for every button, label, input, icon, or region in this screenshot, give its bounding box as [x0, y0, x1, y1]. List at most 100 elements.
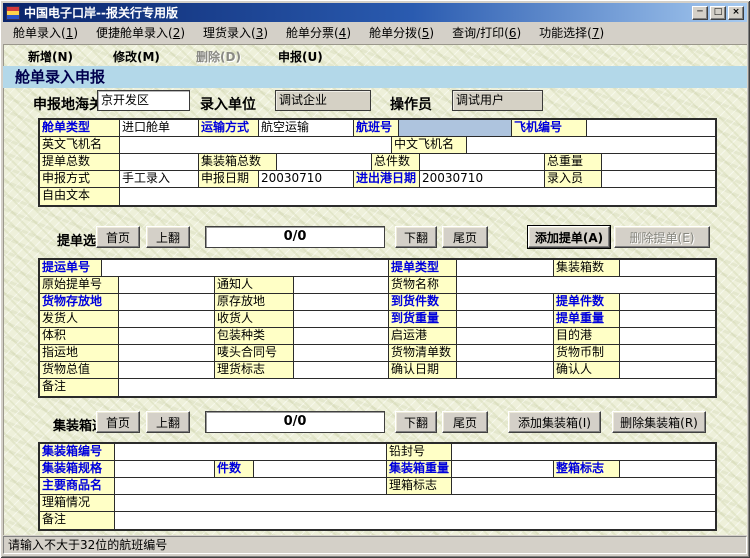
ctn-first-page-button[interactable]: 首页 — [96, 411, 140, 433]
bl-first-page-button[interactable]: 首页 — [96, 226, 140, 248]
grid-input-cell[interactable] — [620, 345, 715, 362]
grid-value-cell[interactable]: 20030710 — [259, 171, 354, 188]
grid-input-cell[interactable] — [277, 154, 372, 171]
menu-item-5[interactable]: 舱单分拨(5) — [360, 21, 443, 44]
grid-input-cell[interactable] — [115, 444, 387, 461]
grid-link-label[interactable]: 进出港日期 — [354, 171, 420, 188]
grid-input-cell[interactable] — [457, 328, 554, 345]
ctn-last-page-button[interactable]: 尾页 — [442, 411, 488, 433]
grid-input-cell[interactable] — [620, 362, 715, 379]
customs-input[interactable]: 京开发区 — [97, 90, 190, 111]
grid-value-cell[interactable]: 航空运输 — [259, 120, 354, 137]
grid-link-label[interactable]: 货物存放地 — [40, 294, 119, 311]
grid-input-cell[interactable] — [119, 294, 215, 311]
grid-input-cell[interactable] — [457, 345, 554, 362]
grid-input-cell[interactable] — [254, 461, 387, 478]
grid-input-cell[interactable] — [602, 171, 715, 188]
focused-input-cell[interactable] — [399, 120, 512, 137]
grid-link-label[interactable]: 集装箱编号 — [40, 444, 115, 461]
grid-input-cell[interactable] — [294, 294, 389, 311]
grid-label: 发货人 — [40, 311, 119, 328]
grid-input-cell[interactable] — [457, 260, 554, 277]
grid-input-cell[interactable] — [119, 311, 215, 328]
grid-input-cell[interactable] — [294, 277, 389, 294]
menu-item-4[interactable]: 舱单分票(4) — [277, 21, 360, 44]
bl-page-counter[interactable]: 0/0 — [205, 226, 385, 248]
menu-item-7[interactable]: 功能选择(7) — [530, 21, 613, 44]
grid-input-cell[interactable] — [120, 154, 199, 171]
delete-bl-button[interactable]: 删除提单(E) — [614, 226, 710, 248]
grid-link-label[interactable]: 集装箱规格 — [40, 461, 115, 478]
maximize-icon[interactable]: □ — [710, 6, 726, 20]
grid-input-cell[interactable] — [115, 512, 715, 529]
grid-link-label[interactable]: 提单重量 — [554, 311, 620, 328]
grid-input-cell[interactable] — [620, 461, 715, 478]
grid-input-cell[interactable] — [294, 328, 389, 345]
toolbar-item-2[interactable]: 修改(M) — [113, 48, 160, 65]
grid-link-label[interactable]: 集装箱重量 — [387, 461, 452, 478]
menu-item-2[interactable]: 便捷舱单录入(2) — [87, 21, 194, 44]
grid-input-cell[interactable] — [119, 362, 215, 379]
close-icon[interactable]: × — [728, 6, 744, 20]
grid-input-cell[interactable] — [452, 478, 715, 495]
ctn-page-counter[interactable]: 0/0 — [205, 411, 385, 433]
grid-input-cell[interactable] — [452, 444, 715, 461]
grid-link-label[interactable]: 整箱标志 — [554, 461, 620, 478]
delete-container-button[interactable]: 删除集装箱(R) — [612, 411, 706, 433]
grid-input-cell[interactable] — [294, 362, 389, 379]
bl-prev-page-button[interactable]: 上翻 — [146, 226, 190, 248]
grid-row: 主要商品名理箱标志 — [40, 478, 715, 495]
grid-input-cell[interactable] — [602, 154, 715, 171]
grid-input-cell[interactable] — [119, 379, 715, 396]
menu-item-1[interactable]: 舱单录入(1) — [4, 21, 87, 44]
grid-value-cell[interactable]: 20030710 — [420, 171, 545, 188]
grid-link-label[interactable]: 主要商品名 — [40, 478, 115, 495]
menu-item-6[interactable]: 查询/打印(6) — [443, 21, 530, 44]
bl-next-page-button[interactable]: 下翻 — [395, 226, 437, 248]
grid-input-cell[interactable] — [102, 260, 389, 277]
grid-input-cell[interactable] — [620, 311, 715, 328]
bl-last-page-button[interactable]: 尾页 — [442, 226, 488, 248]
grid-link-label[interactable]: 件数 — [215, 461, 254, 478]
grid-input-cell[interactable] — [457, 362, 554, 379]
grid-value-cell[interactable]: 手工录入 — [120, 171, 199, 188]
toolbar-item-1[interactable]: 新增(N) — [28, 48, 73, 65]
grid-link-label[interactable]: 提运单号 — [40, 260, 102, 277]
grid-input-cell[interactable] — [119, 277, 215, 294]
grid-link-label[interactable]: 提单件数 — [554, 294, 620, 311]
grid-input-cell[interactable] — [620, 328, 715, 345]
grid-input-cell[interactable] — [294, 345, 389, 362]
add-bl-button[interactable]: 添加提单(A) — [528, 226, 610, 248]
grid-link-label[interactable]: 提单类型 — [389, 260, 457, 277]
grid-input-cell[interactable] — [457, 294, 554, 311]
ctn-prev-page-button[interactable]: 上翻 — [146, 411, 190, 433]
grid-input-cell[interactable] — [457, 311, 554, 328]
grid-link-label[interactable]: 到货重量 — [389, 311, 457, 328]
grid-input-cell[interactable] — [420, 154, 545, 171]
grid-input-cell[interactable] — [457, 277, 715, 294]
grid-input-cell[interactable] — [620, 260, 715, 277]
grid-link-label[interactable]: 舱单类型 — [40, 120, 120, 137]
grid-input-cell[interactable] — [294, 311, 389, 328]
grid-input-cell[interactable] — [620, 294, 715, 311]
grid-link-label[interactable]: 到货件数 — [389, 294, 457, 311]
grid-link-label[interactable]: 航班号 — [354, 120, 399, 137]
grid-input-cell[interactable] — [120, 188, 715, 205]
grid-input-cell[interactable] — [452, 461, 554, 478]
grid-input-cell[interactable] — [467, 137, 715, 154]
menu-item-3[interactable]: 理货录入(3) — [194, 21, 277, 44]
grid-input-cell[interactable] — [119, 328, 215, 345]
grid-input-cell[interactable] — [119, 345, 215, 362]
minimize-icon[interactable]: ─ — [692, 6, 708, 20]
grid-link-label[interactable]: 飞机编号 — [512, 120, 587, 137]
grid-input-cell[interactable] — [115, 478, 387, 495]
grid-link-label[interactable]: 运输方式 — [199, 120, 259, 137]
grid-value-cell[interactable]: 进口舱单 — [120, 120, 199, 137]
grid-input-cell[interactable] — [115, 461, 215, 478]
grid-input-cell[interactable] — [115, 495, 715, 512]
grid-input-cell[interactable] — [587, 120, 715, 137]
toolbar-item-4[interactable]: 申报(U) — [278, 48, 323, 65]
add-container-button[interactable]: 添加集装箱(I) — [508, 411, 601, 433]
grid-input-cell[interactable] — [120, 137, 392, 154]
ctn-next-page-button[interactable]: 下翻 — [395, 411, 437, 433]
